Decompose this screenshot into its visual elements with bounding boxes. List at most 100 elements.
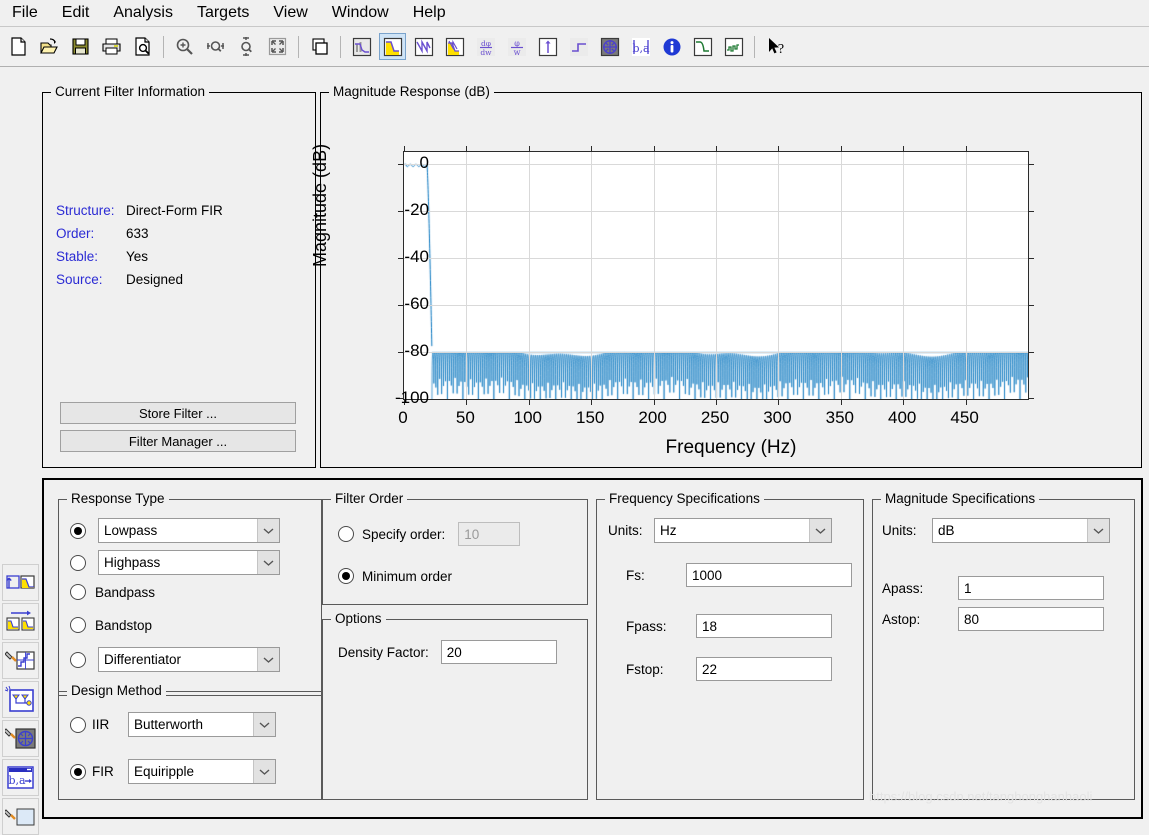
group-delay-icon[interactable]: dφ dw [472,33,499,60]
differentiator-combo[interactable]: Differentiator [98,647,280,672]
apass-input[interactable]: 1 [958,576,1104,600]
menu-bar: File Edit Analysis Targets View Window H… [0,0,1149,27]
zoom-horizontal-icon[interactable] [202,33,229,60]
fstop-row: Fstop: 22 [626,657,832,681]
menu-item-file[interactable]: File [0,1,50,25]
x-axis-tick [778,399,780,405]
design-filter-icon[interactable] [2,564,39,601]
x-axis-tick [591,399,593,405]
printer-icon[interactable] [98,33,125,60]
plot-area[interactable]: Magnitude (dB) Frequency (Hz) 0 -20 -40 -60… [310,92,1142,468]
fpass-label: Fpass: [626,618,667,634]
realize-model-icon[interactable]: b,a [2,759,39,796]
coefficients-icon[interactable]: b,a [627,33,654,60]
response-type-option-highpass[interactable]: Highpass [70,550,280,575]
specify-order-input[interactable]: 10 [458,522,521,546]
menu-item-window[interactable]: Window [320,1,401,25]
current-filter-information-panel: Current Filter Information Structure: Di… [42,83,316,468]
step-response-icon[interactable] [565,33,592,60]
store-filter-button[interactable]: Store Filter ... [60,402,296,424]
minimum-order-row[interactable]: Minimum order [338,568,452,584]
design-method-panel: Design Method IIR Butterworth FIR Equiri… [58,682,322,800]
fstop-label: Fstop: [626,661,664,677]
astop-input[interactable]: 80 [958,607,1104,631]
specify-order-radio[interactable] [338,526,354,542]
response-type-option-bandstop[interactable]: Bandstop [70,617,152,633]
magnitude-units-combo[interactable]: dB [932,518,1110,543]
design-method-option-iir[interactable]: IIR Butterworth [70,712,276,737]
mag-phase-icon[interactable] [441,33,468,60]
fpass-input[interactable]: 18 [696,614,832,638]
highpass-combo[interactable]: Highpass [98,550,280,575]
toolbar-separator [163,35,164,58]
magnitude-units-label: Units: [882,523,917,538]
iir-method-combo[interactable]: Butterworth [128,712,276,737]
menu-item-targets[interactable]: Targets [185,1,261,25]
menu-item-analysis[interactable]: Analysis [101,1,185,25]
chevron-down-icon[interactable] [257,519,279,542]
filter-manager-button[interactable]: Filter Manager ... [60,430,296,452]
import-filter-icon[interactable] [2,603,39,640]
differentiator-combo-value: Differentiator [104,652,182,667]
fir-radio[interactable] [70,763,86,780]
window-copy-icon[interactable] [306,33,333,60]
noise-power-icon[interactable] [720,33,747,60]
phase-response-icon[interactable] [410,33,437,60]
response-type-option-bandpass[interactable]: Bandpass [70,584,155,600]
arrow-question-icon[interactable]: ? [762,33,789,60]
pencil-target-icon[interactable] [2,798,39,835]
filter-spec-icon[interactable] [348,33,375,60]
phase-delay-icon[interactable]: φw [503,33,530,60]
bandstop-radio[interactable] [70,617,86,633]
density-factor-input[interactable]: 20 [440,640,557,664]
x-axis-tick-label: 50 [455,408,475,427]
x-axis-tick [716,399,717,405]
menu-item-view[interactable]: View [261,1,319,25]
zoom-vertical-icon[interactable] [233,33,260,60]
differentiator-radio[interactable] [70,651,86,668]
chevron-down-icon[interactable] [1087,519,1109,542]
menu-item-help[interactable]: Help [401,1,458,25]
magnifier-plus-icon[interactable] [171,33,198,60]
chevron-down-icon[interactable] [257,648,279,671]
design-method-option-fir[interactable]: FIR Equiripple [70,759,276,784]
pole-zero-icon[interactable] [596,33,623,60]
lowpass-combo[interactable]: Lowpass [98,518,280,543]
save-disk-icon[interactable] [67,33,94,60]
multirate-filter-icon[interactable] [2,720,39,757]
chevron-down-icon[interactable] [253,713,275,736]
fir-method-combo[interactable]: Equiripple [128,759,276,784]
x-axis-tick [466,146,468,152]
iir-radio[interactable] [70,716,86,733]
frequency-units-combo[interactable]: Hz [654,518,832,543]
lowpass-combo-value: Lowpass [104,523,158,538]
response-type-option-differentiator[interactable]: Differentiator [70,647,280,672]
magnitude-response-icon[interactable] [379,33,406,60]
highpass-radio[interactable] [70,554,86,571]
x-axis-tick [903,146,905,152]
print-preview-icon[interactable] [129,33,156,60]
quantize-filter-icon[interactable] [2,642,39,679]
bandpass-radio[interactable] [70,584,86,600]
toolbar-separator [340,35,341,58]
info-circle-icon[interactable] [658,33,685,60]
transform-filter-icon[interactable] [2,681,39,718]
impulse-response-icon[interactable] [534,33,561,60]
density-factor-row: Density Factor: 20 [338,640,557,664]
chevron-down-icon[interactable] [809,519,831,542]
lowpass-radio[interactable] [70,522,86,539]
mag-estimate-icon[interactable] [689,33,716,60]
grid-line-vertical [903,152,905,399]
new-document-icon[interactable] [5,33,32,60]
fullscreen-arrows-icon[interactable] [264,33,291,60]
fstop-input[interactable]: 22 [696,657,832,681]
menu-item-edit[interactable]: Edit [50,1,102,25]
specify-order-row[interactable]: Specify order: 10 [338,522,521,546]
minimum-order-radio[interactable] [338,568,354,584]
filter-info-row-stable: Stable: Yes [56,247,223,266]
fs-input[interactable]: 1000 [686,563,852,587]
chevron-down-icon[interactable] [257,551,279,574]
response-type-option-lowpass[interactable]: Lowpass [70,518,280,543]
chevron-down-icon[interactable] [253,760,275,783]
open-folder-icon[interactable] [36,33,63,60]
